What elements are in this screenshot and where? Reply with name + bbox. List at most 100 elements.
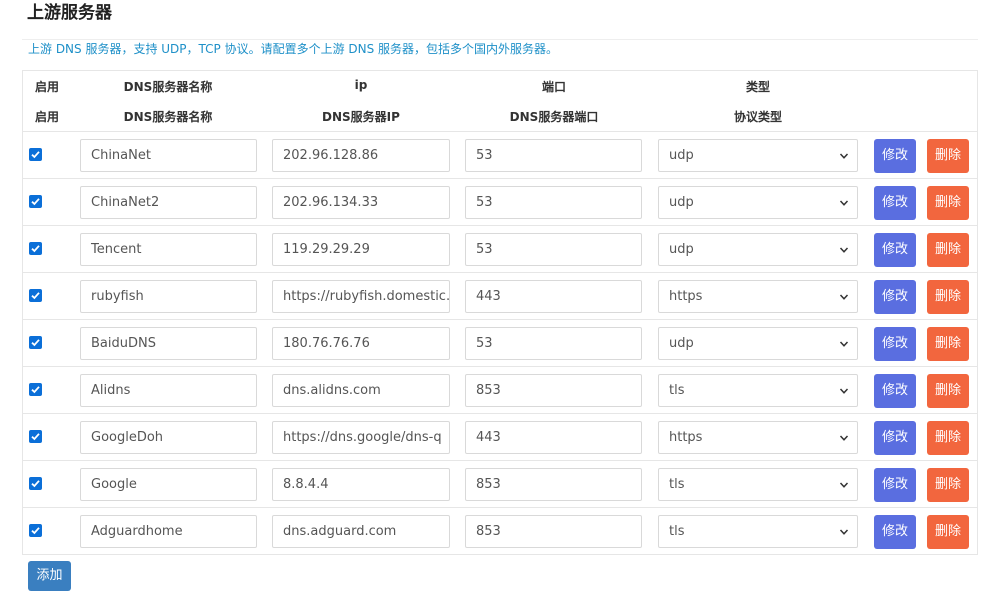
server-port-input[interactable]: 53 [465,139,642,172]
enabled-checkbox[interactable] [29,242,42,255]
enabled-checkbox[interactable] [29,383,42,396]
protocol-select[interactable]: https [658,421,858,454]
header-name: DNS服务器名称 [123,110,213,124]
delete-button[interactable]: 删除 [927,515,969,549]
server-name-input[interactable]: Adguardhome [80,515,257,548]
server-port-input[interactable]: 53 [465,186,642,219]
check-icon [31,151,40,159]
edit-button[interactable]: 修改 [874,186,916,220]
server-name-input[interactable]: ChinaNet2 [80,186,257,219]
protocol-select-value: tls [669,524,685,539]
edit-button[interactable]: 修改 [874,374,916,408]
server-ip-input[interactable]: dns.alidns.com [272,374,450,407]
server-ip-input[interactable]: https://dns.google/dns-q [272,421,450,454]
chevron-down-icon [839,200,849,206]
chevron-down-icon [839,247,849,253]
server-name-input[interactable]: GoogleDoh [80,421,257,454]
page-title: 上游服务器 [27,3,112,23]
delete-button[interactable]: 删除 [927,233,969,267]
server-name-input[interactable]: ChinaNet [80,139,257,172]
description-divider: 上游 DNS 服务器，支持 UDP，TCP 协议。请配置多个上游 DNS 服务器… [22,39,978,56]
chevron-down-icon [839,341,849,347]
delete-button[interactable]: 删除 [927,421,969,455]
server-port-input[interactable]: 853 [465,468,642,501]
delete-button[interactable]: 删除 [927,374,969,408]
check-icon [31,339,40,347]
server-ip-input[interactable]: 8.8.4.4 [272,468,450,501]
check-icon [31,480,40,488]
server-port-input[interactable]: 443 [465,280,642,313]
chevron-down-icon [839,294,849,300]
delete-button[interactable]: 删除 [927,186,969,220]
header-port: 端口 [541,80,566,94]
server-ip-input[interactable]: 119.29.29.29 [272,233,450,266]
server-name-input[interactable]: Alidns [80,374,257,407]
delete-button[interactable]: 删除 [927,139,969,173]
table-row: Alidns dns.alidns.com 853 tls 修改 删除 [23,366,977,413]
server-name-input[interactable]: BaiduDNS [80,327,257,360]
upstream-server-table: 启用 DNS服务器名称 ip 端口 类型 启用 DNS服务器名称 DNS服务器I… [22,70,978,555]
protocol-select[interactable]: udp [658,327,858,360]
table-row: Tencent 119.29.29.29 53 udp 修改 删除 [23,225,977,272]
protocol-select-value: udp [669,242,694,257]
enabled-checkbox[interactable] [29,477,42,490]
chevron-down-icon [839,529,849,535]
server-name-input[interactable]: Google [80,468,257,501]
check-icon [31,433,40,441]
server-port-input[interactable]: 53 [465,233,642,266]
header-name: DNS服务器名称 [123,80,213,94]
server-port-input[interactable]: 853 [465,515,642,548]
server-port-input[interactable]: 53 [465,327,642,360]
check-icon [31,198,40,206]
edit-button[interactable]: 修改 [874,421,916,455]
chevron-down-icon [839,435,849,441]
protocol-select-value: udp [669,148,694,163]
delete-button[interactable]: 删除 [927,327,969,361]
enabled-checkbox[interactable] [29,336,42,349]
enabled-checkbox[interactable] [29,430,42,443]
delete-button[interactable]: 删除 [927,468,969,502]
description-text: 上游 DNS 服务器，支持 UDP，TCP 协议。请配置多个上游 DNS 服务器… [28,42,559,56]
server-name-input[interactable]: Tencent [80,233,257,266]
edit-button[interactable]: 修改 [874,468,916,502]
server-ip-input[interactable]: dns.adguard.com [272,515,450,548]
server-ip-input[interactable]: https://rubyfish.domestic. [272,280,450,313]
edit-button[interactable]: 修改 [874,327,916,361]
enabled-checkbox[interactable] [29,195,42,208]
header-enabled: 启用 [34,80,59,94]
check-icon [31,292,40,300]
protocol-select-value: tls [669,477,685,492]
protocol-select[interactable]: tls [658,515,858,548]
edit-button[interactable]: 修改 [874,233,916,267]
protocol-select[interactable]: udp [658,233,858,266]
check-icon [31,527,40,535]
edit-button[interactable]: 修改 [874,139,916,173]
server-ip-input[interactable]: 202.96.134.33 [272,186,450,219]
check-icon [31,245,40,253]
server-port-input[interactable]: 853 [465,374,642,407]
protocol-select[interactable]: tls [658,468,858,501]
chevron-down-icon [839,388,849,394]
header-ip: ip [354,78,368,92]
protocol-select[interactable]: udp [658,139,858,172]
chevron-down-icon [839,153,849,159]
table-row: Adguardhome dns.adguard.com 853 tls 修改 删除 [23,507,977,554]
protocol-select[interactable]: tls [658,374,858,407]
table-row: ChinaNet2 202.96.134.33 53 udp 修改 删除 [23,178,977,225]
server-port-input[interactable]: 443 [465,421,642,454]
header-type: 类型 [745,80,770,94]
server-name-input[interactable]: rubyfish [80,280,257,313]
protocol-select[interactable]: https [658,280,858,313]
server-ip-input[interactable]: 180.76.76.76 [272,327,450,360]
server-ip-input[interactable]: 202.96.128.86 [272,139,450,172]
delete-button[interactable]: 删除 [927,280,969,314]
enabled-checkbox[interactable] [29,289,42,302]
table-row: rubyfish https://rubyfish.domestic. 443 htt… [23,272,977,319]
table-row: ChinaNet 202.96.128.86 53 udp 修改 删除 [23,131,977,178]
header-ip: DNS服务器IP [322,110,400,124]
enabled-checkbox[interactable] [29,524,42,537]
enabled-checkbox[interactable] [29,148,42,161]
protocol-select[interactable]: udp [658,186,858,219]
edit-button[interactable]: 修改 [874,515,916,549]
edit-button[interactable]: 修改 [874,280,916,314]
